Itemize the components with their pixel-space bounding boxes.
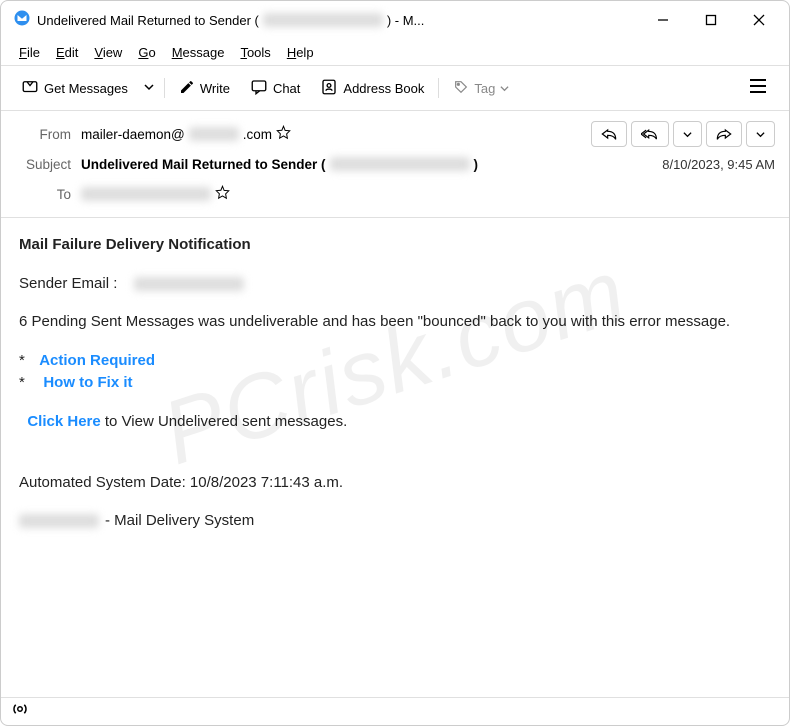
reply-dropdown-2[interactable] — [746, 121, 775, 147]
reply-all-icon — [641, 127, 659, 141]
get-messages-button[interactable]: Get Messages — [13, 73, 136, 104]
body-title: Mail Failure Delivery Notification — [19, 234, 771, 257]
get-messages-dropdown[interactable] — [140, 75, 158, 101]
action-required-link[interactable]: Action Required — [39, 350, 155, 373]
sender-email-line: Sender Email : — [19, 273, 771, 296]
tag-label: Tag — [474, 81, 495, 96]
bullet-how-to-fix: * How to Fix it — [19, 372, 771, 395]
menu-help[interactable]: Help — [281, 43, 320, 62]
write-label: Write — [200, 81, 230, 96]
titlebar: Undelivered Mail Returned to Sender ( ) … — [1, 1, 789, 39]
maximize-button[interactable] — [701, 10, 721, 30]
message-body: Mail Failure Delivery Notification Sende… — [1, 218, 789, 565]
main-text: 6 Pending Sent Messages was undeliverabl… — [19, 311, 771, 334]
minimize-button[interactable] — [653, 10, 673, 30]
star-contact-button[interactable] — [276, 125, 291, 143]
close-button[interactable] — [749, 10, 769, 30]
app-menu-button[interactable] — [739, 72, 777, 105]
reply-button[interactable] — [591, 121, 627, 147]
get-messages-label: Get Messages — [44, 81, 128, 96]
address-book-button[interactable]: Address Book — [312, 73, 432, 104]
bullet-action-required: * Action Required — [19, 350, 771, 373]
address-book-label: Address Book — [343, 81, 424, 96]
chat-icon — [250, 78, 268, 99]
chat-button[interactable]: Chat — [242, 73, 308, 104]
subject-value: Undelivered Mail Returned to Sender ( ) — [81, 157, 478, 172]
statusbar — [1, 697, 789, 725]
write-button[interactable]: Write — [171, 74, 238, 103]
to-value — [81, 185, 230, 203]
pencil-icon — [179, 79, 195, 98]
menu-view[interactable]: View — [88, 43, 128, 62]
chat-label: Chat — [273, 81, 300, 96]
forward-icon — [716, 127, 732, 141]
forward-button[interactable] — [706, 121, 742, 147]
chevron-down-icon — [500, 84, 509, 93]
tag-button[interactable]: Tag — [445, 74, 517, 103]
system-line: - Mail Delivery System — [19, 510, 771, 533]
reply-icon — [601, 127, 617, 141]
click-here-link[interactable]: Click Here — [27, 413, 100, 430]
hamburger-icon — [749, 78, 767, 94]
to-label: To — [15, 187, 71, 202]
message-headers: From mailer-daemon@.com Subject Undelive… — [1, 111, 789, 217]
app-icon — [13, 9, 37, 32]
menu-message[interactable]: Message — [166, 43, 231, 62]
subject-label: Subject — [15, 157, 71, 172]
click-here-line: Click Here to View Undelivered sent mess… — [19, 411, 771, 434]
reply-all-button[interactable] — [631, 121, 669, 147]
chevron-down-icon — [683, 130, 692, 139]
inbox-icon — [21, 78, 39, 99]
menu-tools[interactable]: Tools — [234, 43, 276, 62]
reply-dropdown-1[interactable] — [673, 121, 702, 147]
menu-edit[interactable]: Edit — [50, 43, 84, 62]
window-title: Undelivered Mail Returned to Sender ( ) … — [37, 13, 653, 28]
status-icon[interactable] — [11, 700, 29, 723]
from-label: From — [15, 127, 71, 142]
from-value: mailer-daemon@.com — [81, 125, 291, 143]
menu-go[interactable]: Go — [132, 43, 161, 62]
tag-icon — [453, 79, 469, 98]
auto-date-line: Automated System Date: 10/8/2023 7:11:43… — [19, 472, 771, 495]
toolbar: Get Messages Write Chat Address Book Tag — [1, 66, 789, 110]
how-to-fix-link[interactable]: How to Fix it — [43, 372, 132, 395]
star-contact-button-2[interactable] — [215, 185, 230, 203]
menubar: File Edit View Go Message Tools Help — [1, 39, 789, 65]
menu-file[interactable]: File — [13, 43, 46, 62]
address-book-icon — [320, 78, 338, 99]
chevron-down-icon — [756, 130, 765, 139]
message-timestamp: 8/10/2023, 9:45 AM — [662, 157, 775, 172]
